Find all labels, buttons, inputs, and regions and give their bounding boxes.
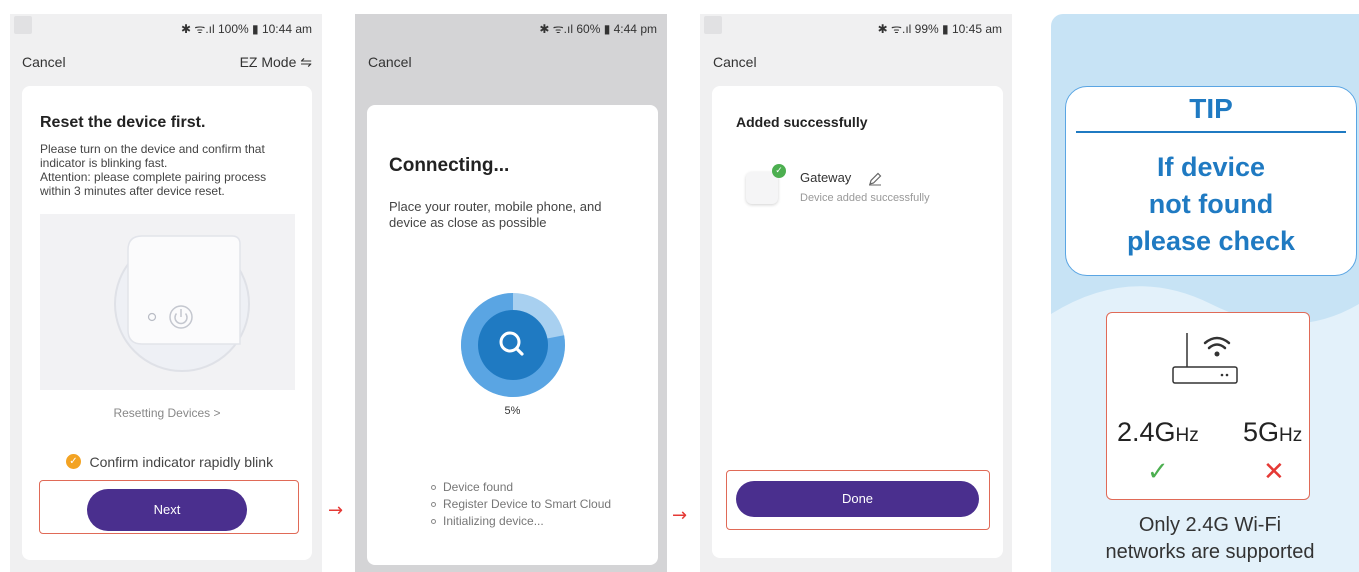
success-check-icon: ✓ <box>772 164 786 178</box>
tip-heading: TIP <box>1189 93 1233 124</box>
band-24ghz-label: 2.4GHz <box>1117 417 1199 448</box>
tip-footer-line: Only 2.4G Wi-Fi <box>1138 514 1282 536</box>
status-bar: ✱ ᯤ.ıl 60% ▮ 4:44 pm <box>539 22 657 36</box>
step-item: Device found <box>431 479 611 496</box>
cancel-button[interactable]: Cancel <box>713 54 757 70</box>
tip-panel: TIP If device not found please check 2.4… <box>1051 14 1359 572</box>
tip-footer-line: networks are supported <box>1105 541 1315 563</box>
device-illustration <box>40 214 295 390</box>
device-icon <box>746 172 778 204</box>
confirm-label: Confirm indicator rapidly blink <box>89 453 274 470</box>
router-icon <box>1172 333 1238 384</box>
connecting-card: Connecting... Place your router, mobile … <box>367 105 658 565</box>
instructions-text: Please turn on the device and confirm th… <box>40 142 266 198</box>
arrow-icon: → <box>672 505 688 526</box>
band-unit: Hz <box>1175 425 1199 446</box>
device-reset-illustration <box>114 235 250 372</box>
screen-added-successfully: ✱ ᯤ.ıl 99% ▮ 10:45 am Cancel Added succe… <box>700 14 1012 572</box>
description-text: Place your router, mobile phone, and dev… <box>389 199 601 231</box>
page-title: Connecting... <box>389 155 510 176</box>
progress-percent: 5% <box>504 405 521 417</box>
screen-reset-device: ✱ ᯤ.ıl 100% ▮ 10:44 am Cancel EZ Mode ⇋ … <box>10 14 322 572</box>
status-bar: ✱ ᯤ.ıl 99% ▮ 10:45 am <box>877 22 1002 36</box>
step-item: Initializing device... <box>431 513 611 530</box>
check-icon: ✓ <box>66 454 81 470</box>
device-status: Device added successfully <box>800 192 930 204</box>
reset-card: Reset the device first. Please turn on t… <box>22 86 312 560</box>
done-button[interactable]: Done <box>736 481 979 517</box>
cross-icon: ✕ <box>1263 457 1285 487</box>
edit-pencil-icon[interactable] <box>868 172 882 186</box>
tip-message: If device not found please check <box>1066 149 1356 260</box>
step-label: Register Device to Smart Cloud <box>443 497 612 511</box>
resetting-devices-link[interactable]: Resetting Devices > <box>22 406 312 420</box>
screen-connecting: ✱ ᯤ.ıl 60% ▮ 4:44 pm Cancel Connecting..… <box>355 14 667 572</box>
device-name: Gateway <box>800 170 852 185</box>
tip-message-line: If device <box>1156 152 1266 182</box>
arrow-icon: → <box>328 500 344 521</box>
device-row[interactable]: ✓ Gateway Device added successfully <box>746 164 986 208</box>
tip-message-line: not found <box>1148 189 1274 219</box>
instruction-line: Attention: please complete pairing proce… <box>40 170 267 184</box>
notification-icon <box>14 16 32 34</box>
instruction-line: within 3 minutes after device reset. <box>40 184 225 198</box>
step-item: Register Device to Smart Cloud <box>431 496 611 513</box>
wifi-band-box: 2.4GHz 5GHz ✓ ✕ <box>1106 312 1310 500</box>
steps-list: Device found Register Device to Smart Cl… <box>431 479 611 530</box>
confirm-checkbox-row[interactable]: ✓ Confirm indicator rapidly blink <box>66 453 273 471</box>
tip-footer: Only 2.4G Wi-Fi networks are supported <box>1051 512 1359 566</box>
description-line: device as close as possible <box>389 215 547 230</box>
check-icon: ✓ <box>1147 457 1169 487</box>
instruction-line: Please turn on the device and confirm th… <box>40 142 265 156</box>
tip-bubble: TIP If device not found please check <box>1065 86 1357 276</box>
status-bar: ✱ ᯤ.ıl 100% ▮ 10:44 am <box>180 22 312 36</box>
tip-message-line: please check <box>1126 226 1296 256</box>
description-line: Place your router, mobile phone, and <box>389 199 602 214</box>
band-5ghz-label: 5GHz <box>1243 417 1302 448</box>
instruction-line: indicator is blinking fast. <box>40 156 168 170</box>
page-title: Added successfully <box>736 114 868 130</box>
band-unit: Hz <box>1279 425 1303 446</box>
band-24-value: 2.4G <box>1117 417 1176 447</box>
notification-icon <box>704 16 722 34</box>
tip-divider <box>1076 131 1346 133</box>
cancel-button[interactable]: Cancel <box>22 54 66 70</box>
step-label: Initializing device... <box>443 514 544 528</box>
progress-ring <box>461 293 565 397</box>
band-5-value: 5G <box>1243 417 1280 447</box>
next-button[interactable]: Next <box>87 489 247 531</box>
step-label: Device found <box>443 480 514 494</box>
page-title: Reset the device first. <box>40 114 206 131</box>
success-card: Added successfully ✓ Gateway Device adde… <box>712 86 1003 558</box>
cancel-button[interactable]: Cancel <box>368 54 412 70</box>
ez-mode-toggle[interactable]: EZ Mode ⇋ <box>240 54 312 71</box>
